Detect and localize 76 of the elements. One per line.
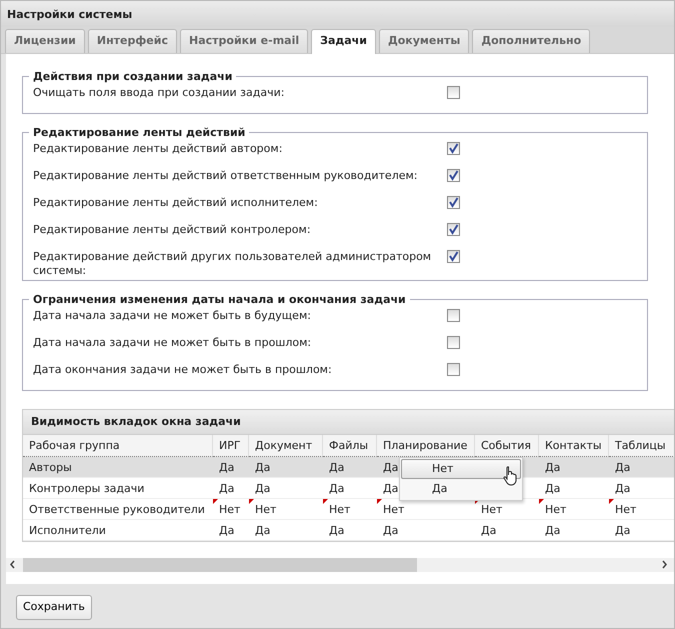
modified-marker-icon: [249, 498, 254, 504]
horizontal-scrollbar[interactable]: [6, 558, 674, 572]
checkbox[interactable]: [447, 86, 460, 98]
column-header[interactable]: Документ: [249, 434, 323, 456]
dropdown-option[interactable]: Нет: [401, 458, 521, 478]
modified-marker-icon: [213, 498, 218, 504]
table-cell: Да: [323, 520, 377, 540]
modified-marker-icon: [377, 498, 382, 504]
tab[interactable]: Документы: [378, 29, 470, 52]
tab[interactable]: Задачи: [311, 29, 376, 54]
grid-title: Видимость вкладок окна задачи: [23, 410, 674, 434]
table-cell: Да: [609, 456, 674, 478]
column-header[interactable]: ИРГ: [213, 434, 249, 456]
table-cell: Да: [609, 478, 674, 498]
scrollbar-thumb[interactable]: [23, 558, 417, 572]
column-header[interactable]: События: [475, 434, 539, 456]
table-cell: Да: [539, 456, 609, 478]
column-header[interactable]: Контакты: [539, 434, 609, 456]
column-header[interactable]: Таблицы: [609, 434, 674, 456]
modified-marker-icon: [609, 498, 614, 504]
option-label: Редактирование действий других пользователей администратором системы:: [33, 250, 432, 278]
option-label: Редактирование ленты действий автором:: [33, 142, 284, 156]
checkbox[interactable]: [447, 168, 460, 182]
group-title: Редактирование ленты действий: [32, 126, 246, 140]
table-cell[interactable]: Ответственные руководители: [23, 498, 213, 520]
save-button[interactable]: Сохранить: [16, 595, 92, 620]
checkbox[interactable]: [447, 142, 460, 154]
table-cell: Нет: [539, 498, 609, 520]
table-cell: Да: [249, 456, 323, 478]
modified-marker-icon: [323, 498, 328, 504]
checkbox[interactable]: [447, 362, 460, 376]
table-cell: Да: [539, 520, 609, 540]
option-label: Дата начала задачи не может быть в будущем:: [33, 308, 312, 322]
table-cell[interactable]: Исполнители: [23, 520, 213, 540]
option-label: Редактирование ленты действий ответственным руководителем:: [33, 168, 419, 182]
checkbox[interactable]: [447, 250, 460, 262]
checkbox[interactable]: [447, 196, 460, 208]
table-cell: Да: [323, 456, 377, 478]
table-cell: Да: [249, 520, 323, 540]
table-cell: Да: [323, 478, 377, 498]
table-cell: Да: [213, 478, 249, 498]
option-label: Редактирование ленты действий исполнителем:: [33, 196, 319, 210]
column-header[interactable]: Планирование: [377, 434, 475, 456]
table-cell[interactable]: Контролеры задачи: [23, 478, 213, 498]
table-cell: Да: [249, 478, 323, 498]
table-cell: Нет: [213, 498, 249, 520]
scroll-right-icon[interactable]: [661, 560, 668, 569]
window-title: Настройки системы: [1, 1, 674, 27]
column-header[interactable]: Рабочая группа: [23, 434, 213, 456]
table-cell: Да: [213, 456, 249, 478]
option-label: Очищать поля ввода при создании задачи:: [33, 86, 286, 100]
option-label: Дата окончания задачи не может быть в прошлом:: [33, 362, 333, 376]
tab[interactable]: Настройки e-mail: [180, 29, 308, 52]
table-cell[interactable]: Авторы: [23, 456, 213, 478]
option-label: Редактирование ленты действий контролером:: [33, 222, 312, 236]
table-cell: Нет: [609, 498, 674, 520]
table-cell: Да: [377, 520, 475, 540]
table-cell: Да: [475, 520, 539, 540]
group-title: Ограничения изменения даты начала и окончания задачи: [32, 292, 407, 306]
tab[interactable]: Дополнительно: [472, 29, 590, 52]
option-label: Дата начала задачи не может быть в прошлом:: [33, 336, 312, 350]
checkbox[interactable]: [447, 308, 460, 322]
table-cell: Да: [539, 478, 609, 498]
tab[interactable]: Интерфейс: [88, 29, 177, 52]
table-cell: Да: [213, 520, 249, 540]
table-cell: Нет: [249, 498, 323, 520]
checkbox[interactable]: [447, 336, 460, 348]
hand-cursor-icon: [503, 466, 519, 486]
table-cell: Нет: [323, 498, 377, 520]
tab[interactable]: Лицензии: [5, 29, 85, 52]
column-header[interactable]: Файлы: [323, 434, 377, 456]
group-title: Действия при создании задачи: [32, 70, 234, 84]
checkbox[interactable]: [447, 222, 460, 236]
modified-marker-icon: [539, 498, 544, 504]
table-cell: Да: [609, 520, 674, 540]
scroll-left-icon[interactable]: [9, 560, 16, 569]
